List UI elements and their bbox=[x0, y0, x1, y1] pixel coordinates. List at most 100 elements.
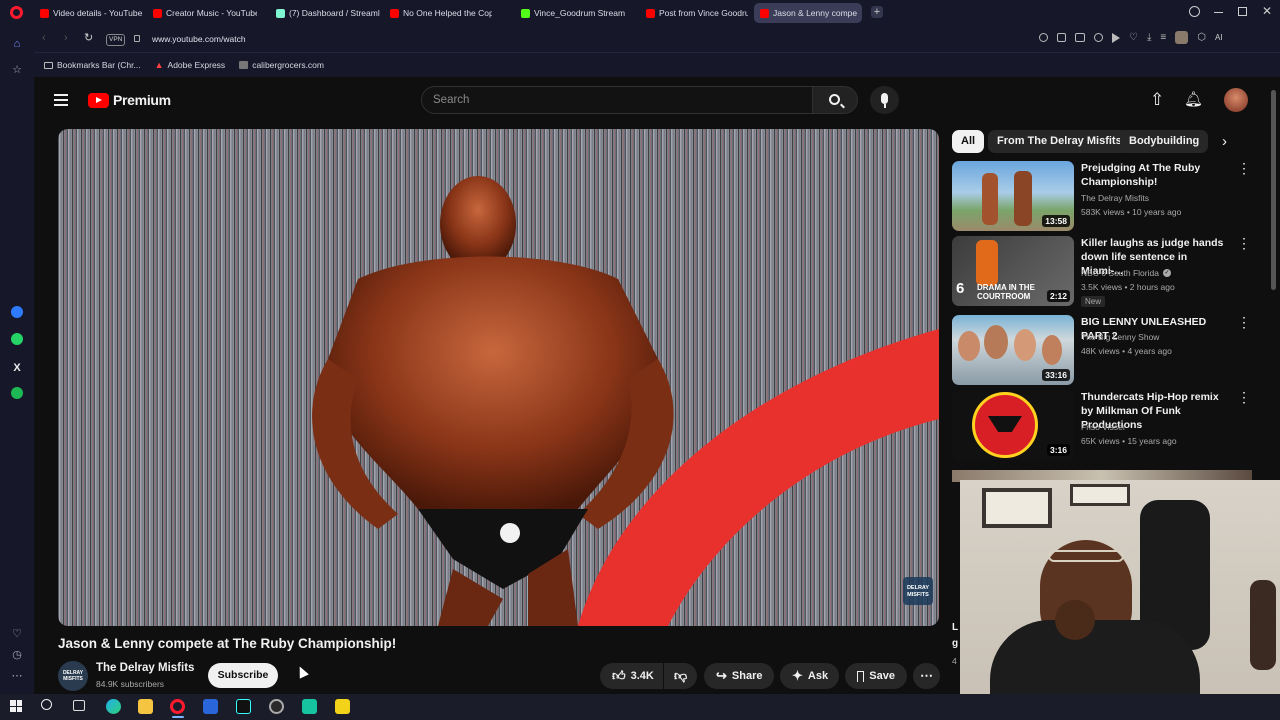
dislike-button[interactable]: 👎︎ bbox=[664, 663, 697, 689]
spotify-icon[interactable] bbox=[9, 387, 25, 403]
play-icon[interactable] bbox=[1112, 33, 1120, 43]
share-button[interactable]: ↪ Share bbox=[704, 663, 774, 689]
more-vert-icon[interactable]: ⋮ bbox=[1237, 235, 1251, 252]
tab-post-from-vince[interactable]: Post from Vince Goodrum bbox=[640, 3, 748, 23]
like-button[interactable]: 👍︎ 3.4K bbox=[600, 663, 663, 689]
x-twitter-icon[interactable]: X bbox=[9, 360, 25, 376]
voice-search-button[interactable] bbox=[870, 86, 899, 114]
partial-text: g bbox=[952, 638, 959, 649]
streamlabs-taskbar-icon[interactable] bbox=[269, 699, 284, 714]
opera-taskbar-icon[interactable] bbox=[170, 699, 185, 714]
brand-label: Premium bbox=[113, 92, 171, 108]
chip-bodybuilding[interactable]: Bodybuilding bbox=[1120, 130, 1209, 153]
more-vert-icon[interactable]: ⋮ bbox=[1237, 160, 1251, 177]
menu-icon[interactable]: ≡ bbox=[1160, 33, 1166, 44]
bookmark-adobe-express[interactable]: ▲ Adobe Express bbox=[155, 60, 226, 70]
recommended-title[interactable]: Prejudging At The Ruby Championship! bbox=[1081, 161, 1231, 189]
recommended-channel[interactable]: The Delray Misfits bbox=[1081, 191, 1149, 205]
home-icon[interactable]: ⌂ bbox=[9, 36, 25, 52]
search-button[interactable] bbox=[812, 86, 858, 114]
file-explorer-icon[interactable] bbox=[138, 699, 153, 714]
history-icon[interactable]: ◷ bbox=[9, 647, 25, 663]
video-frame bbox=[58, 129, 939, 626]
messenger-icon[interactable] bbox=[9, 306, 25, 322]
shield-icon[interactable] bbox=[1094, 33, 1103, 42]
close-window-icon[interactable]: ✕ bbox=[1262, 4, 1272, 18]
task-view-icon[interactable] bbox=[73, 700, 85, 711]
minimize-icon[interactable] bbox=[1214, 12, 1223, 13]
chip-from-channel[interactable]: From The Delray Misfits bbox=[988, 130, 1131, 153]
more-actions-button[interactable]: ⋯ bbox=[913, 663, 940, 689]
edge-icon[interactable] bbox=[106, 699, 121, 714]
tab-jason-lenny[interactable]: Jason & Lenny compe bbox=[754, 3, 862, 23]
tab-search-icon[interactable] bbox=[1189, 6, 1200, 17]
account-avatar[interactable] bbox=[1224, 88, 1248, 112]
recommended-channel[interactable]: The Big Lenny Show bbox=[1081, 330, 1159, 344]
subscribe-button[interactable]: Subscribe bbox=[208, 663, 278, 688]
store-taskbar-icon[interactable] bbox=[203, 699, 218, 714]
verified-icon: ✓ bbox=[1162, 269, 1171, 277]
whatsapp-icon[interactable] bbox=[9, 333, 25, 349]
maximize-icon[interactable] bbox=[1238, 7, 1247, 16]
notifications-bell-icon[interactable]: 🔔︎ bbox=[1184, 90, 1203, 108]
share-label: Share bbox=[731, 670, 763, 682]
tiktok-icon[interactable] bbox=[236, 699, 251, 714]
recommended-thumbnail[interactable]: 13:58 bbox=[952, 161, 1074, 231]
chip-all[interactable]: All bbox=[952, 130, 985, 153]
forward-icon[interactable]: › bbox=[64, 32, 68, 44]
chips-next-icon[interactable]: › bbox=[1222, 133, 1227, 150]
profile-avatar[interactable] bbox=[1175, 31, 1189, 44]
reload-icon[interactable]: ↻ bbox=[84, 31, 93, 44]
channel-avatar[interactable]: DELRAY MISFITS bbox=[58, 661, 88, 691]
search-box[interactable]: Search bbox=[421, 86, 813, 114]
sticky-notes-icon[interactable] bbox=[335, 699, 350, 714]
tab-creator-music[interactable]: Creator Music - YouTube S bbox=[147, 3, 257, 23]
new-tab-icon[interactable]: + bbox=[871, 6, 883, 18]
more-horizontal-icon: ⋯ bbox=[920, 668, 933, 683]
recommended-thumbnail[interactable]: 3:16 bbox=[952, 390, 1074, 460]
ask-button[interactable]: ✦ Ask bbox=[780, 663, 839, 689]
tab-no-one-helped[interactable]: No One Helped the Cop?! bbox=[384, 3, 492, 23]
tab-label: (7) Dashboard / Streamlab bbox=[289, 8, 380, 18]
recommended-channel-row[interactable]: NBC 6 South Florida ✓ bbox=[1081, 266, 1171, 280]
recommended-thumbnail[interactable]: 33:16 bbox=[952, 315, 1074, 385]
video-player[interactable]: DELRAY MISFITS bbox=[58, 129, 939, 626]
search-input[interactable]: Search bbox=[433, 94, 469, 106]
bookmark-calibergrocers[interactable]: calibergrocers.com bbox=[239, 60, 324, 70]
ai-icon[interactable]: AI bbox=[1215, 33, 1223, 44]
recommended-channel[interactable]: Friso Visser bbox=[1081, 420, 1126, 434]
windows-start-icon[interactable] bbox=[10, 700, 22, 712]
back-icon[interactable]: ‹ bbox=[42, 32, 46, 44]
tab-kick-stream[interactable]: Vince_Goodrum Stream bbox=[515, 3, 627, 23]
extensions-icon[interactable]: ⬡ bbox=[1197, 33, 1206, 44]
more-icon[interactable]: ⋯ bbox=[9, 668, 25, 684]
recommended-channel: NBC 6 South Florida bbox=[1081, 268, 1159, 278]
recommended-thumbnail[interactable]: 6 DRAMA IN THE COURTROOM 2:12 bbox=[952, 236, 1074, 306]
tab-video-details[interactable]: Video details - YouTube S bbox=[34, 3, 144, 23]
edit-icon[interactable] bbox=[1057, 33, 1066, 42]
recommended-meta: 65K views • 15 years ago bbox=[1081, 436, 1177, 446]
tab-streamlabs[interactable]: (7) Dashboard / Streamlab bbox=[270, 3, 380, 23]
like-count: 3.4K bbox=[630, 670, 654, 682]
url-field[interactable]: www.youtube.com/watch bbox=[152, 34, 246, 44]
more-vert-icon[interactable]: ⋮ bbox=[1237, 314, 1251, 331]
star-icon[interactable]: ☆ bbox=[9, 62, 25, 78]
more-vert-icon[interactable]: ⋮ bbox=[1237, 389, 1251, 406]
heart-icon[interactable]: ♡ bbox=[9, 626, 25, 642]
bookmark-folder[interactable]: Bookmarks Bar (Chr... bbox=[44, 60, 141, 70]
download-icon[interactable]: ⤓ bbox=[1147, 33, 1151, 44]
heart-outline-icon[interactable]: ♡ bbox=[1129, 33, 1138, 44]
channel-name[interactable]: The Delray Misfits bbox=[96, 662, 194, 674]
video-duration: 13:58 bbox=[1042, 215, 1070, 227]
taskbar-search-icon[interactable] bbox=[41, 699, 52, 710]
hamburger-menu-icon[interactable] bbox=[54, 94, 68, 106]
save-button[interactable]: Save bbox=[845, 663, 907, 689]
page-scrollbar[interactable] bbox=[1271, 90, 1276, 290]
app-green-icon[interactable] bbox=[302, 699, 317, 714]
search-icon[interactable] bbox=[1039, 33, 1048, 42]
opera-logo-icon[interactable] bbox=[10, 6, 23, 19]
upload-icon[interactable]: ⇧ bbox=[1150, 91, 1164, 109]
youtube-premium-logo[interactable]: Premium bbox=[88, 92, 171, 108]
vpn-badge[interactable]: VPN bbox=[106, 34, 126, 46]
camera-icon[interactable] bbox=[1075, 33, 1085, 42]
